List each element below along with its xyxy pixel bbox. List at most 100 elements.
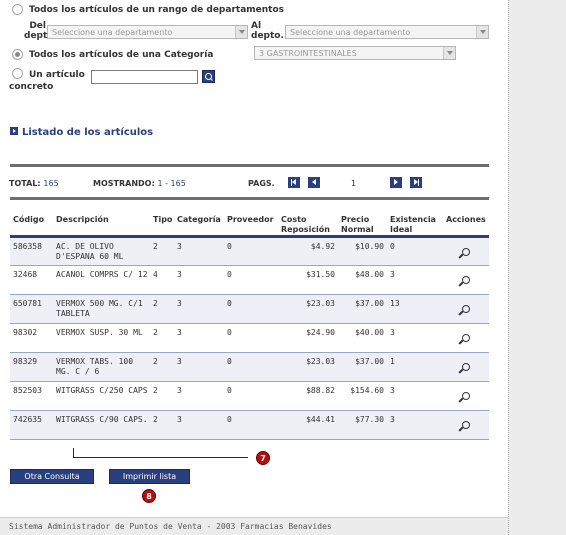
last-page-button[interactable] — [410, 177, 422, 188]
cell-actions — [443, 323, 489, 353]
to-department-label: Al depto. — [251, 21, 284, 41]
chevron-down-icon — [443, 47, 455, 59]
column-header: Costo Reposición — [278, 211, 338, 238]
category-select[interactable]: 3 GASTROINTESTINALES — [254, 46, 456, 60]
cell-stock: 0 — [387, 236, 443, 266]
range-departments-label: Todos los artículos de un rango de depar… — [29, 5, 284, 15]
arrow-bullet-icon — [10, 127, 18, 135]
column-header: Tipo — [150, 211, 174, 238]
cell-cost: $44.41 — [278, 410, 338, 440]
cell-cost: $24.90 — [278, 323, 338, 353]
to-department-value: Seleccione una departamento — [290, 28, 411, 37]
first-page-button[interactable] — [288, 177, 300, 188]
cell-category: 3 — [174, 381, 224, 411]
cell-provider: 0 — [224, 265, 278, 295]
cell-category: 3 — [174, 294, 224, 324]
cell-category: 3 — [174, 352, 224, 382]
showing-label: MOSTRANDO: — [93, 179, 155, 188]
cell-provider: 0 — [224, 410, 278, 440]
magnifier-icon[interactable] — [459, 392, 470, 403]
cell-stock: 3 — [387, 265, 443, 295]
cell-description: AC. DE OLIVO D'ESPANA 60 ML — [53, 236, 150, 266]
cell-description: WITGRASS C/90 CAPS. — [53, 410, 150, 440]
cell-category: 3 — [174, 265, 224, 295]
table-row: 98329 VERMOX TABS. 100 MG. C / 6 2 3 0 $23.03… — [10, 352, 489, 382]
article-code-input[interactable] — [91, 70, 198, 84]
print-list-button[interactable]: Imprimir lista — [109, 469, 190, 484]
callout-badge-7: 7 — [256, 451, 270, 465]
radio-category[interactable] — [12, 49, 23, 60]
table-row: 586358 AC. DE OLIVO D'ESPANA 60 ML 2 3 0 $4.9… — [10, 236, 489, 266]
other-query-button[interactable]: Otra Consulta — [10, 469, 94, 484]
magnifier-icon[interactable] — [459, 248, 470, 259]
table-header-row: Código Descripción Tipo Categoría Provee… — [10, 211, 489, 238]
callout-line — [73, 448, 74, 457]
cell-actions — [443, 410, 489, 440]
cell-stock: 3 — [387, 323, 443, 353]
section-title-text: Listado de los artículos — [22, 127, 154, 138]
footer: Sistema Administrador de Puntos de Venta… — [0, 517, 508, 535]
magnifier-icon[interactable] — [459, 421, 470, 432]
column-header: Proveedor — [224, 211, 278, 238]
cell-type: 2 — [150, 381, 174, 411]
cell-type: 2 — [150, 410, 174, 440]
cell-code: 98302 — [10, 323, 53, 353]
callout-line — [73, 457, 248, 458]
cell-category: 3 — [174, 323, 224, 353]
cell-price: $10.90 — [338, 236, 387, 266]
cell-price: $37.00 — [338, 294, 387, 324]
pages-label: PAGS. — [248, 179, 275, 188]
right-side-panel — [508, 0, 566, 535]
category-label: Todos los artículos de una Categoría — [29, 50, 214, 60]
table-row: 32468 ACANOL COMPRS C/ 12 4 3 0 $31.50 $48.00 3 — [10, 265, 489, 295]
prev-page-button[interactable] — [308, 177, 320, 188]
category-value: 3 GASTROINTESTINALES — [259, 49, 357, 58]
cell-category: 3 — [174, 236, 224, 266]
cell-type: 2 — [150, 236, 174, 266]
cell-actions — [443, 294, 489, 324]
cell-type: 2 — [150, 323, 174, 353]
cell-cost: $88.82 — [278, 381, 338, 411]
cell-category: 3 — [174, 410, 224, 440]
callout-badge-8: 8 — [142, 489, 156, 503]
cell-provider: 0 — [224, 352, 278, 382]
column-header: Código — [10, 211, 53, 238]
total-label: TOTAL: — [9, 179, 41, 188]
showing-value: 1 - 165 — [157, 179, 186, 188]
search-button[interactable] — [202, 70, 215, 83]
table-row: 852503 WITGRASS C/250 CAPS 2 3 0 $88.82 $154.6… — [10, 381, 489, 411]
magnifier-icon[interactable] — [459, 276, 470, 287]
chevron-down-icon — [476, 26, 488, 38]
column-header: Precio Normal — [338, 211, 387, 238]
cell-code: 650781 — [10, 294, 53, 324]
from-department-value: Seleccione una departamento — [52, 28, 173, 37]
cell-actions — [443, 381, 489, 411]
magnifier-icon[interactable] — [459, 305, 470, 316]
table-row: 98302 VERMOX SUSP. 30 ML 2 3 0 $24.90 $40.00 3 — [10, 323, 489, 353]
chevron-down-icon — [235, 26, 247, 38]
magnifier-icon[interactable] — [459, 334, 470, 345]
radio-range-departments[interactable] — [12, 4, 23, 15]
cell-type: 2 — [150, 294, 174, 324]
cell-description: VERMOX SUSP. 30 ML — [53, 323, 150, 353]
column-header: Acciones — [443, 211, 489, 238]
cell-cost: $4.92 — [278, 236, 338, 266]
column-header: Existencia Ideal — [387, 211, 443, 238]
next-page-button[interactable] — [390, 177, 402, 188]
column-header: Categoría — [174, 211, 224, 238]
bottom-divider — [10, 197, 489, 200]
total-stat: TOTAL: 165 — [9, 179, 59, 188]
cell-description: VERMOX 500 MG. C/1 TABLETA — [53, 294, 150, 324]
table-row: 742635 WITGRASS C/90 CAPS. 2 3 0 $44.41 $77.30… — [10, 410, 489, 440]
magnifier-icon[interactable] — [459, 363, 470, 374]
cell-provider: 0 — [224, 381, 278, 411]
cell-cost: $31.50 — [278, 265, 338, 295]
cell-provider: 0 — [224, 323, 278, 353]
to-department-select[interactable]: Seleccione una departamento — [285, 25, 489, 39]
table-row: 650781 VERMOX 500 MG. C/1 TABLETA 2 3 0 $23.0… — [10, 294, 489, 324]
current-page: 1 — [351, 179, 357, 188]
cell-price: $48.00 — [338, 265, 387, 295]
cell-cost: $23.03 — [278, 352, 338, 382]
cell-code: 586358 — [10, 236, 53, 266]
from-department-select[interactable]: Seleccione una departamento — [47, 25, 248, 39]
